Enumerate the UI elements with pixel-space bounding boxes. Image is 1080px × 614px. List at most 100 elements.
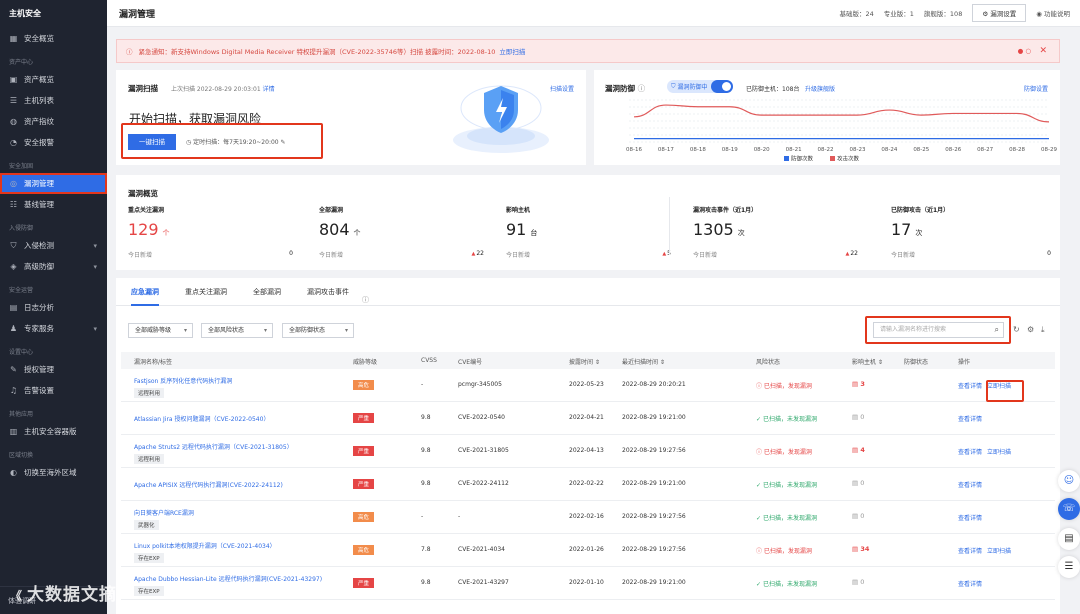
vuln-name-link[interactable]: Apache APISIX 远程代码执行漏洞(CVE-2022-24112) (134, 480, 283, 489)
sidebar-item[interactable]: ▥ 主机安全容器版 (0, 421, 107, 442)
refresh-icon[interactable]: ↻ (1013, 325, 1020, 334)
sidebar-item[interactable]: ◔ 安全报警 (0, 132, 107, 153)
stat-number: 804 (319, 220, 350, 239)
vuln-tag: 武器化 (134, 520, 159, 530)
book-icon[interactable]: ▤ (1058, 528, 1080, 550)
sidebar-item[interactable]: ◎ 漏洞管理 (0, 173, 107, 194)
sidebar-item-label: 专家服务 (24, 324, 54, 333)
sidebar-item[interactable]: ⛉ 入侵检测 ▾ (0, 235, 107, 256)
vuln-name-link[interactable]: Fastjson 反序列化任意代码执行漏洞 (134, 376, 232, 385)
risk-status: ⓘ 已扫描，发现漏洞 (756, 447, 812, 456)
tab-item[interactable]: 全部漏洞 (240, 287, 294, 305)
defense-filter[interactable]: 全部防御状态 (282, 323, 354, 338)
sidebar-item[interactable]: ◈ 高级防御 ▾ (0, 256, 107, 277)
cell-cve: CVE-2021-4034 (458, 546, 505, 553)
gear-icon[interactable]: ⚙ (1027, 325, 1034, 334)
warning-icon: ⓘ (756, 383, 764, 390)
today-value: 0 (1047, 250, 1051, 257)
view-details-link[interactable]: 查看详情 (958, 449, 982, 456)
sidebar-item[interactable]: ☰ 主机列表 (0, 90, 107, 111)
vuln-name-link[interactable]: Apache Struts2 远程代码执行漏洞（CVE-2021-31805） (134, 442, 293, 451)
defense-chart: 08-16 08-17 08-18 08-19 08-20 08-21 08-22 08-23… (626, 99, 1057, 163)
detail-link[interactable]: 详情 (263, 86, 275, 93)
help-link[interactable]: ◉ 功能说明 (1036, 8, 1070, 18)
view-details-link[interactable]: 查看详情 (958, 416, 982, 423)
stat-value: 129 个 (128, 220, 293, 239)
risk-text: 已扫描，发现漏洞 (763, 449, 812, 456)
basic-count: 基础版：24 (839, 10, 874, 18)
pager-dots[interactable]: ● ○ (1018, 47, 1031, 55)
search-input[interactable]: 请输入漏洞名称进行搜索 ⌕ (873, 322, 1004, 338)
scan-card: 漏洞扫描 上次扫描 2022-08-29 20:03:01 详情 扫描设置 开始… (116, 70, 586, 165)
vuln-name-link[interactable]: Apache Dubbo Hessian-Lite 远程代码执行漏洞(CVE-2… (134, 574, 322, 583)
today-label: 今日新增 (319, 252, 344, 259)
sidebar-group-label: 设置中心 (9, 349, 34, 356)
upgrade-link[interactable]: 升级旗舰版 (805, 84, 835, 93)
sidebar-item[interactable]: ▦ 安全概览 (0, 28, 107, 49)
sidebar-item[interactable]: ▤ 日志分析 (0, 297, 107, 318)
view-details-link[interactable]: 查看详情 (958, 515, 982, 522)
tab-item[interactable]: 应急漏洞 (118, 287, 172, 306)
tab-item[interactable]: 重点关注漏洞 (172, 287, 240, 305)
vuln-name-link[interactable]: Atlassian Jira 授权问题漏洞（CVE-2022-0540） (134, 414, 269, 423)
sidebar-item[interactable]: ♫ 告警设置 (0, 380, 107, 401)
one-click-scan-button[interactable]: 一键扫描 (128, 134, 176, 150)
column-header: CVE编号 (458, 359, 483, 366)
sidebar-item[interactable]: ◍ 资产指纹 (0, 111, 107, 132)
alert-scan-link[interactable]: 立即扫描 (499, 46, 525, 56)
sidebar-item[interactable]: ♟ 专家服务 ▾ (0, 318, 107, 339)
affected-hosts[interactable]: ▤ 3 (852, 380, 865, 388)
stat-label: 影响主机 (506, 207, 531, 214)
smile-icon[interactable]: ☺ (1058, 470, 1080, 492)
stat-unit: 次 (915, 229, 923, 237)
search-icon[interactable]: ⌕ (995, 323, 999, 337)
risk-status: ✓ 已扫描，未发现漏洞 (756, 513, 817, 522)
watermark: 《大数据文摘 (10, 585, 118, 605)
defense-settings-link[interactable]: 防御设置 (1024, 84, 1048, 93)
actions-cell: 查看详情 立即扫描 (958, 447, 1016, 456)
tab-item[interactable]: 漏洞攻击事件 (294, 287, 362, 305)
stat-block: 影响主机91台今日新增5 (506, 205, 671, 263)
affected-hosts[interactable]: ▤ 4 (852, 446, 865, 454)
vuln-name-link[interactable]: 向日葵客户端RCE漏洞 (134, 508, 194, 517)
cell-cve: CVE-2021-31805 (458, 447, 509, 454)
risk-status: ✓ 已扫描，未发现漏洞 (756, 480, 817, 489)
vuln-name-link[interactable]: Linux polkit本地权限提升漏洞（CVE-2021-4034） (134, 541, 276, 550)
stat-number: 17 (891, 220, 912, 239)
vuln-settings-button[interactable]: ⚙ 漏洞设置 (972, 4, 1027, 22)
view-details-link[interactable]: 查看详情 (958, 383, 982, 390)
affected-hosts[interactable]: ▤ 34 (852, 545, 869, 553)
cell-cvss: - (421, 513, 424, 520)
sidebar-item[interactable]: ◐ 切换至海外区域 (0, 462, 107, 483)
chat-icon[interactable]: ☰ (1058, 556, 1080, 578)
info-icon: ⓘ (637, 84, 646, 93)
download-icon[interactable]: ⤓ (1041, 325, 1045, 335)
affected-hosts[interactable]: ▤ 0 (852, 512, 864, 520)
view-details-link[interactable]: 查看详情 (958, 548, 982, 555)
column-header: CVSS (421, 357, 437, 364)
column-header: 影响主机 ⇕ (852, 359, 883, 366)
sidebar-item[interactable]: ✎ 授权管理 (0, 359, 107, 380)
threat-badge: 严重 (353, 446, 375, 456)
scan-now-link[interactable]: 立即扫描 (987, 548, 1011, 555)
sidebar-item[interactable]: ▣ 资产概览 (0, 69, 107, 90)
view-details-link[interactable]: 查看详情 (958, 581, 982, 588)
level-cell: 高危 (353, 380, 375, 390)
view-details-link[interactable]: 查看详情 (958, 482, 982, 489)
threat-filter[interactable]: 全部威胁等级 (128, 323, 193, 338)
sidebar-item[interactable]: ☷ 基线管理 (0, 194, 107, 215)
affected-hosts[interactable]: ▤ 0 (852, 578, 864, 586)
edit-icon[interactable]: ✎ (281, 139, 286, 146)
support-icon[interactable]: ☏ (1058, 498, 1080, 520)
defense-toggle[interactable] (711, 80, 733, 93)
risk-filter[interactable]: 全部风险状态 (201, 323, 273, 338)
close-icon[interactable]: ✕ (1039, 46, 1047, 56)
cell-date: 2022-02-16 (569, 513, 604, 520)
risk-text: 已扫描，未发现漏洞 (762, 515, 817, 522)
affected-hosts[interactable]: ▤ 0 (852, 413, 864, 421)
scan-now-link[interactable]: 立即扫描 (987, 449, 1011, 456)
affected-hosts[interactable]: ▤ 0 (852, 479, 864, 487)
legend-swatch (830, 156, 835, 161)
stat-unit: 次 (737, 229, 745, 237)
actions-cell: 查看详情 (958, 480, 987, 489)
